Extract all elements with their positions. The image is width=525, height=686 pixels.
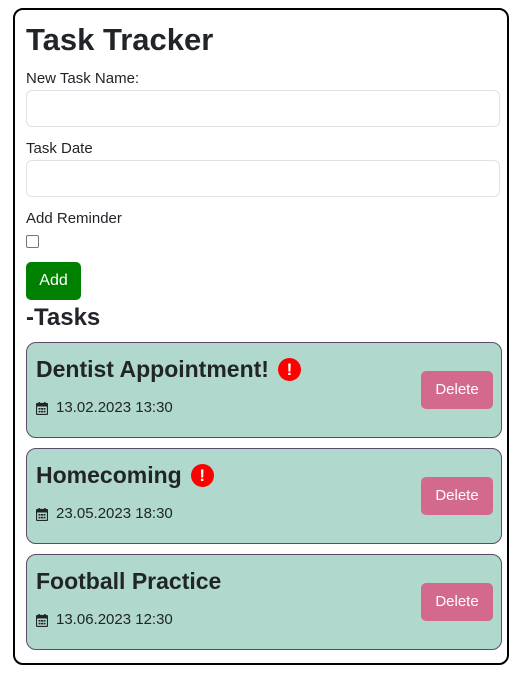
exclamation-circle-icon: ! bbox=[277, 357, 301, 381]
task-list: Dentist Appointment! ! 13.02.2023 13:30 … bbox=[26, 342, 502, 660]
task-name: Football Practice bbox=[36, 568, 222, 594]
reminder-checkbox[interactable] bbox=[26, 235, 39, 248]
task-item[interactable]: Homecoming ! 23.05.2023 18:30 Delete bbox=[26, 448, 502, 544]
task-name-input[interactable] bbox=[26, 90, 500, 127]
delete-task-button[interactable]: Delete bbox=[421, 371, 493, 409]
task-tracker-app: Task Tracker New Task Name: Task Date Ad… bbox=[13, 8, 509, 665]
reminder-label: Add Reminder bbox=[26, 210, 122, 227]
task-name-label: New Task Name: bbox=[26, 70, 140, 87]
task-date-input[interactable] bbox=[26, 160, 500, 197]
task-date: 23.05.2023 18:30 bbox=[56, 505, 173, 522]
task-item[interactable]: Football Practice 13.06.2023 12:30 Delet… bbox=[26, 554, 502, 650]
task-date-label: Task Date bbox=[26, 140, 93, 157]
task-item[interactable]: Dentist Appointment! ! 13.02.2023 13:30 … bbox=[26, 342, 502, 438]
task-name: Homecoming bbox=[36, 462, 182, 488]
task-date-row: 23.05.2023 18:30 bbox=[35, 505, 173, 523]
task-name-row: Homecoming ! bbox=[36, 461, 214, 489]
exclamation-circle-icon: ! bbox=[190, 463, 214, 487]
delete-task-button[interactable]: Delete bbox=[421, 583, 493, 621]
add-task-button[interactable]: Add bbox=[26, 262, 81, 300]
calendar-icon bbox=[35, 401, 49, 415]
task-name: Dentist Appointment! bbox=[36, 356, 269, 382]
calendar-icon bbox=[35, 613, 49, 627]
task-date-row: 13.06.2023 12:30 bbox=[35, 611, 173, 629]
task-date: 13.06.2023 12:30 bbox=[56, 611, 173, 628]
task-date-row: 13.02.2023 13:30 bbox=[35, 399, 173, 417]
task-name-row: Football Practice bbox=[36, 567, 221, 595]
task-name-row: Dentist Appointment! ! bbox=[36, 355, 301, 383]
calendar-icon bbox=[35, 507, 49, 521]
page-title: Task Tracker bbox=[26, 22, 214, 57]
delete-task-button[interactable]: Delete bbox=[421, 477, 493, 515]
task-date: 13.02.2023 13:30 bbox=[56, 399, 173, 416]
tasks-section-title: -Tasks bbox=[26, 304, 101, 331]
